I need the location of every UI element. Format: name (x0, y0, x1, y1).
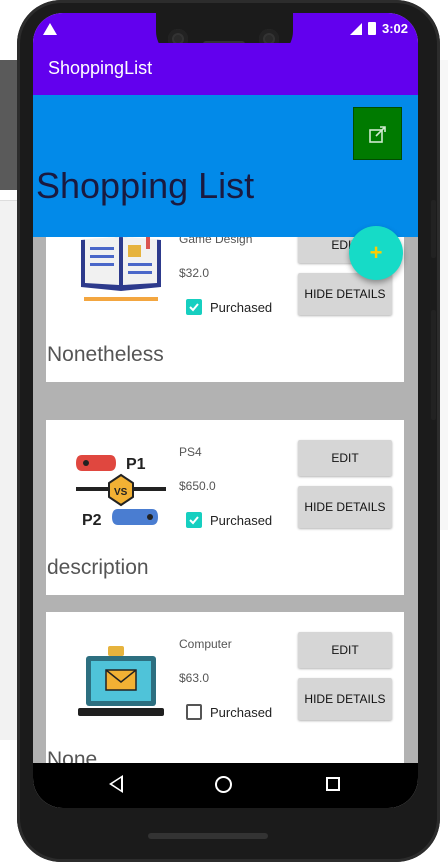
item-description: None (47, 748, 98, 763)
svg-text:VS: VS (114, 487, 128, 498)
status-time: 3:02 (381, 21, 408, 36)
item-price: $63.0 (179, 671, 210, 685)
svg-text:P1: P1 (126, 456, 146, 473)
purchased-label: Purchased (210, 299, 273, 315)
battery-icon (367, 22, 376, 35)
edit-button[interactable]: EDIT (298, 632, 392, 668)
laptop-mail-icon (78, 646, 164, 716)
app-title: ShoppingList (48, 58, 153, 78)
shopping-list[interactable]: Game Design $32.0 Purchased EDIT HIDE DE… (33, 237, 418, 763)
screen: 3:02 ShoppingList Shopping List + Game D… (33, 13, 418, 808)
checkbox-checked-icon (186, 299, 202, 315)
purchased-checkbox[interactable]: Purchased (186, 299, 272, 315)
edit-button[interactable]: EDIT (298, 440, 392, 476)
item-category: Game Design (179, 237, 253, 246)
checkbox-checked-icon (186, 512, 202, 528)
hide-details-button[interactable]: HIDE DETAILS (298, 678, 392, 720)
purchased-label: Purchased (210, 704, 273, 720)
open-book-icon (81, 237, 161, 301)
item-description: Nonetheless (47, 343, 164, 366)
share-icon (368, 125, 386, 143)
volume-button (431, 310, 436, 420)
home-icon[interactable] (215, 776, 232, 793)
page-title: Shopping List (36, 165, 255, 206)
back-icon[interactable] (109, 775, 123, 793)
purchased-label: Purchased (210, 512, 273, 528)
app-bar: ShoppingList (33, 43, 418, 95)
desktop: 3:02 ShoppingList Shopping List + Game D… (0, 0, 448, 864)
item-price: $32.0 (179, 266, 210, 280)
purchased-checkbox[interactable]: Purchased (186, 704, 272, 720)
hide-details-button[interactable]: HIDE DETAILS (298, 486, 392, 528)
checkbox-unchecked-icon (186, 704, 202, 720)
list-item: Computer $63.0 Purchased EDIT HIDE DETAI… (46, 612, 404, 763)
plus-icon: + (369, 240, 383, 265)
bottom-speaker (148, 833, 268, 839)
warning-icon (43, 23, 57, 35)
add-item-button[interactable]: + (349, 226, 403, 280)
signal-icon (349, 22, 362, 35)
item-category: PS4 (179, 445, 202, 459)
list-header: Shopping List (33, 95, 418, 237)
gamepad-versus-icon: P1 VS P2 (76, 455, 166, 529)
item-description: description (47, 556, 149, 579)
share-button[interactable] (353, 107, 402, 160)
purchased-checkbox[interactable]: Purchased (186, 512, 272, 528)
list-item: P1 VS P2 PS4 $650.0 Purchased EDIT HIDE … (46, 420, 404, 595)
item-category: Computer (179, 637, 232, 651)
power-button (431, 200, 436, 258)
status-icons: 3:02 (349, 21, 408, 36)
navigation-bar (33, 763, 418, 808)
item-price: $650.0 (179, 479, 216, 493)
svg-text:P2: P2 (82, 512, 102, 529)
recents-icon[interactable] (326, 777, 340, 791)
